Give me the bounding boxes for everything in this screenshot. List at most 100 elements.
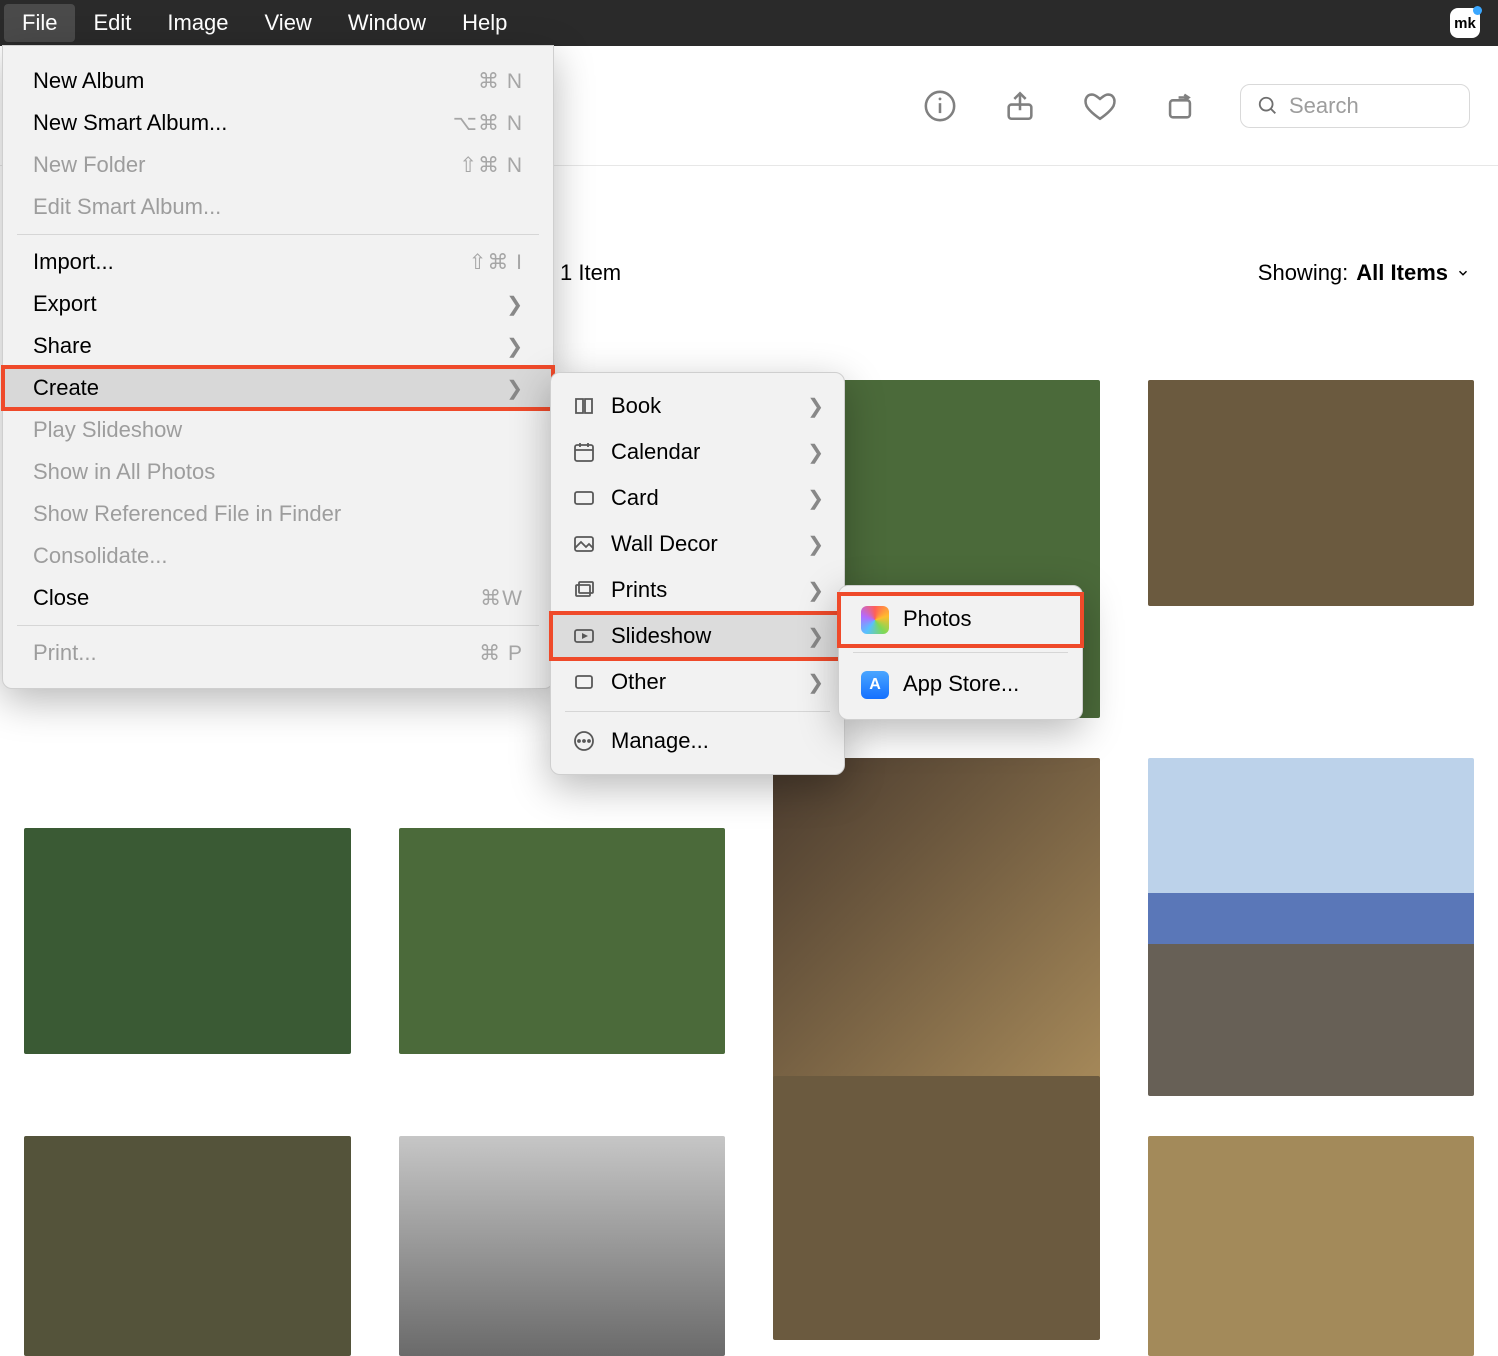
menu-label: Import... [33, 249, 114, 275]
menu-label: Card [611, 485, 659, 511]
rotate-icon[interactable] [1160, 86, 1200, 126]
menu-label: Edit Smart Album... [33, 194, 221, 220]
menu-import[interactable]: Import... ⇧⌘ I [3, 241, 553, 283]
photos-app-icon [861, 606, 889, 634]
showing-filter[interactable]: Showing: All Items [1258, 260, 1470, 286]
chevron-right-icon: ❯ [506, 292, 523, 317]
create-book[interactable]: Book ❯ [551, 383, 844, 429]
menu-create[interactable]: Create ❯ [3, 367, 553, 409]
menubar-file[interactable]: File [4, 4, 75, 42]
prints-icon [571, 577, 597, 603]
chevron-right-icon: ❯ [807, 670, 824, 695]
appstore-icon [861, 671, 889, 699]
menu-shortcut: ⌥⌘ N [453, 111, 523, 136]
chevron-right-icon: ❯ [807, 624, 824, 649]
menu-export[interactable]: Export ❯ [3, 283, 553, 325]
menu-show-in-all-photos: Show in All Photos [3, 451, 553, 493]
menu-label: New Album [33, 68, 144, 94]
manage-icon [571, 728, 597, 754]
menu-label: Book [611, 393, 661, 419]
card-icon [571, 485, 597, 511]
book-icon [571, 393, 597, 419]
photo-thumbnail[interactable] [1148, 1136, 1475, 1356]
showing-value: All Items [1356, 260, 1448, 286]
slideshow-photos[interactable]: Photos [839, 594, 1082, 646]
search-icon [1257, 95, 1279, 117]
menu-label: Show in All Photos [33, 459, 215, 485]
photo-thumbnail[interactable] [1148, 380, 1475, 606]
menu-label: New Folder [33, 152, 145, 178]
item-count-label: 1 Item [560, 260, 621, 286]
photo-thumbnail[interactable] [24, 828, 351, 1054]
photo-thumbnail[interactable] [1148, 758, 1475, 1096]
chevron-right-icon: ❯ [807, 532, 824, 557]
notification-dot-icon [1473, 6, 1482, 15]
showing-label: Showing: [1258, 260, 1349, 286]
chevron-right-icon: ❯ [506, 334, 523, 359]
menu-shortcut: ⌘W [480, 586, 523, 611]
menu-new-album[interactable]: New Album ⌘ N [3, 60, 553, 102]
photo-thumbnail[interactable] [773, 1076, 1100, 1340]
menu-consolidate: Consolidate... [3, 535, 553, 577]
create-manage[interactable]: Manage... [551, 718, 844, 764]
search-input[interactable]: Search [1240, 84, 1470, 128]
menu-label: Show Referenced File in Finder [33, 501, 341, 527]
photo-thumbnail[interactable] [24, 1136, 351, 1356]
menubar-help[interactable]: Help [444, 4, 525, 42]
search-placeholder: Search [1289, 93, 1359, 119]
menu-play-slideshow: Play Slideshow [3, 409, 553, 451]
tray-app-icon[interactable]: mk [1450, 8, 1480, 38]
menu-label: App Store... [903, 671, 1019, 696]
photo-thumbnail[interactable] [399, 1136, 726, 1356]
menu-label: Manage... [611, 728, 709, 754]
menu-label: Photos [903, 606, 972, 631]
menubar-view[interactable]: View [247, 4, 330, 42]
share-icon[interactable] [1000, 86, 1040, 126]
menubar-image[interactable]: Image [149, 4, 246, 42]
menu-print: Print... ⌘ P [3, 632, 553, 674]
menu-new-smart-album[interactable]: New Smart Album... ⌥⌘ N [3, 102, 553, 144]
menu-close[interactable]: Close ⌘W [3, 577, 553, 619]
menu-label: Close [33, 585, 89, 611]
create-wall-decor[interactable]: Wall Decor ❯ [551, 521, 844, 567]
menu-show-referenced-file: Show Referenced File in Finder [3, 493, 553, 535]
menu-label: Play Slideshow [33, 417, 182, 443]
chevron-right-icon: ❯ [807, 394, 824, 419]
menubar-edit[interactable]: Edit [75, 4, 149, 42]
tray-app-label: mk [1454, 15, 1476, 32]
chevron-right-icon: ❯ [807, 578, 824, 603]
create-card[interactable]: Card ❯ [551, 475, 844, 521]
menu-label: Export [33, 291, 97, 317]
chevron-right-icon: ❯ [506, 376, 523, 401]
slideshow-icon [571, 623, 597, 649]
file-menu: New Album ⌘ N New Smart Album... ⌥⌘ N Ne… [2, 45, 554, 689]
create-submenu: Book ❯ Calendar ❯ Card ❯ Wall Decor ❯ Pr… [550, 372, 845, 775]
create-prints[interactable]: Prints ❯ [551, 567, 844, 613]
menu-shortcut: ⇧⌘ I [469, 250, 523, 275]
menu-shortcut: ⇧⌘ N [459, 153, 523, 178]
create-slideshow[interactable]: Slideshow ❯ [551, 613, 844, 659]
menu-label: New Smart Album... [33, 110, 227, 136]
info-icon[interactable] [920, 86, 960, 126]
menu-label: Consolidate... [33, 543, 168, 569]
menu-edit-smart-album: Edit Smart Album... [3, 186, 553, 228]
photo-thumbnail[interactable] [399, 828, 726, 1054]
menu-label: Share [33, 333, 92, 359]
chevron-right-icon: ❯ [807, 440, 824, 465]
slideshow-appstore[interactable]: App Store... [839, 659, 1082, 711]
menu-label: Other [611, 669, 666, 695]
menu-new-folder: New Folder ⇧⌘ N [3, 144, 553, 186]
photo-thumbnail[interactable] [773, 758, 1100, 1096]
menubar-window[interactable]: Window [330, 4, 444, 42]
create-calendar[interactable]: Calendar ❯ [551, 429, 844, 475]
favorite-icon[interactable] [1080, 86, 1120, 126]
chevron-right-icon: ❯ [807, 486, 824, 511]
picture-icon [571, 531, 597, 557]
menu-label: Print... [33, 640, 97, 666]
menu-share[interactable]: Share ❯ [3, 325, 553, 367]
menu-label: Create [33, 375, 99, 401]
menubar: File Edit Image View Window Help mk [0, 0, 1498, 46]
calendar-icon [571, 439, 597, 465]
chevron-down-icon [1456, 266, 1470, 280]
create-other[interactable]: Other ❯ [551, 659, 844, 705]
